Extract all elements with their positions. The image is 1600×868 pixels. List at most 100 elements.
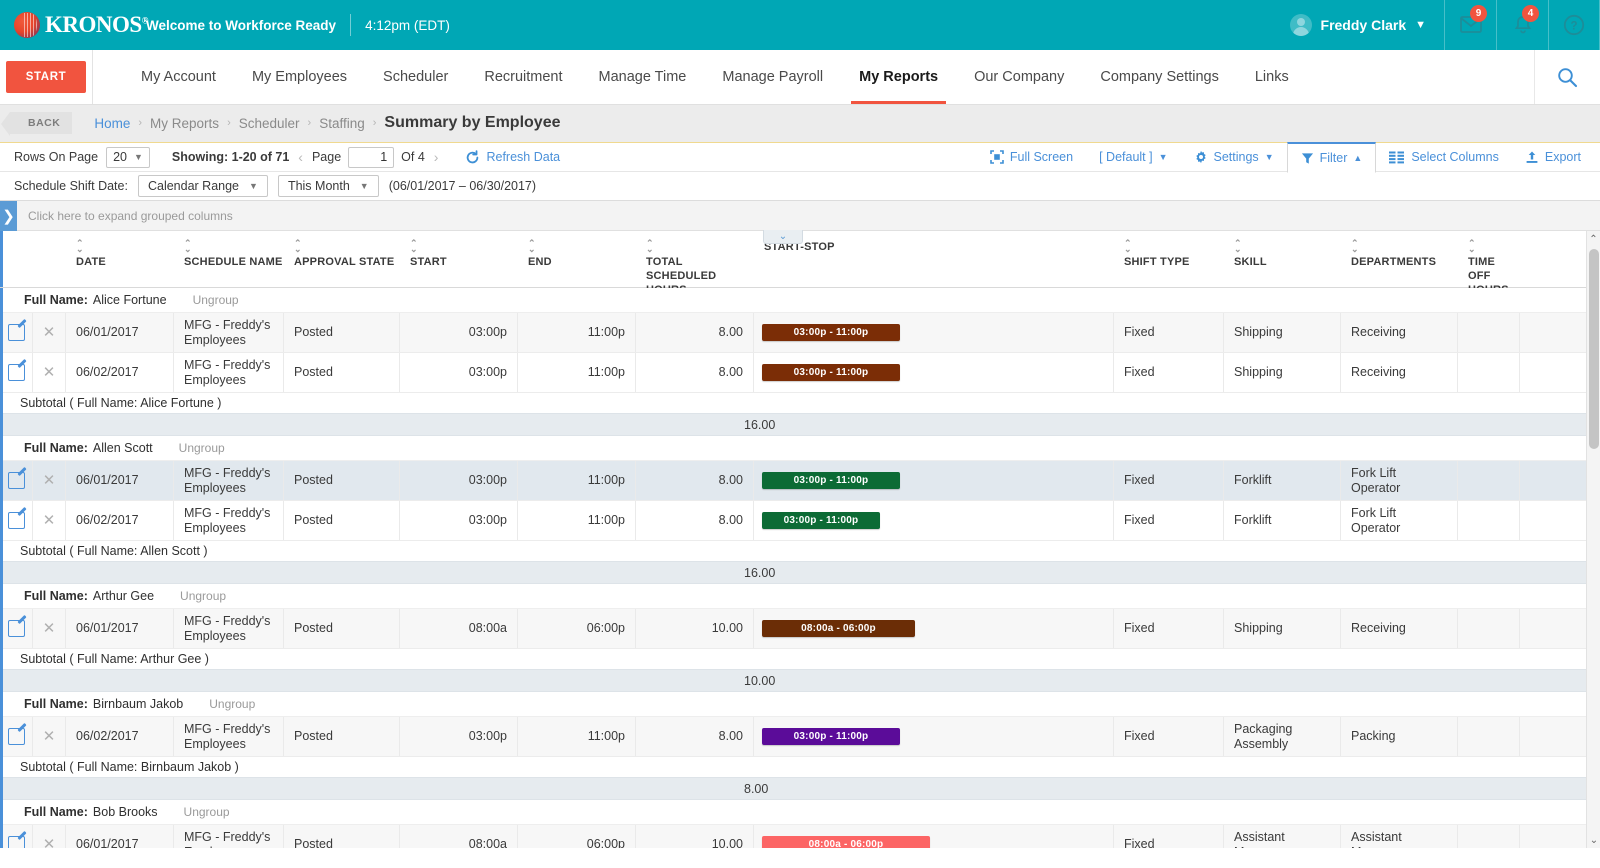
column-header-skill[interactable]: ⌃ ⌄ SKILL: [1224, 231, 1341, 269]
select-columns-button[interactable]: Select Columns: [1376, 142, 1512, 172]
filter-button[interactable]: Filter ▲: [1286, 142, 1377, 173]
settings-button[interactable]: Settings ▼: [1181, 142, 1287, 172]
cell-approval_state: Posted: [294, 513, 333, 527]
breadcrumb-item-staffing[interactable]: Staffing: [319, 116, 365, 131]
delete-icon[interactable]: ✕: [43, 621, 56, 636]
messages-button[interactable]: 9: [1444, 0, 1496, 50]
scroll-down-wrap: ⌄: [1587, 832, 1600, 848]
vertical-scrollbar[interactable]: ⌃ ⌄: [1586, 231, 1600, 848]
nav-item-company-settings[interactable]: Company Settings: [1082, 50, 1236, 104]
user-menu[interactable]: Freddy Clark ▼: [1280, 0, 1444, 50]
shift-bar[interactable]: 08:00a - 06:00p: [762, 620, 915, 637]
nav-item-links[interactable]: Links: [1237, 50, 1307, 104]
column-header-shift_type[interactable]: ⌃ ⌄ SHIFT TYPE: [1114, 231, 1224, 269]
delete-icon[interactable]: ✕: [43, 513, 56, 528]
kronos-logo[interactable]: KRONOS®: [0, 12, 148, 38]
fullscreen-icon: [990, 150, 1004, 164]
column-header-label: DEPARTMENTS: [1351, 256, 1437, 268]
edit-icon[interactable]: [7, 836, 25, 848]
period-value: This Month: [287, 179, 350, 193]
shift-bar[interactable]: 03:00p - 11:00p: [762, 472, 900, 489]
delete-icon[interactable]: ✕: [43, 365, 56, 380]
page-input[interactable]: [348, 146, 395, 168]
export-button[interactable]: Export: [1512, 142, 1594, 172]
next-page-button[interactable]: ›: [425, 149, 448, 165]
help-button[interactable]: ?: [1548, 0, 1600, 50]
edit-icon[interactable]: [7, 728, 25, 745]
table-row[interactable]: ✕ 06/01/2017 MFG - Freddy's Employees Poste…: [0, 461, 1600, 501]
default-view-button[interactable]: [ Default ] ▼: [1086, 142, 1180, 172]
column-header-start[interactable]: ⌃ ⌄ START: [400, 231, 518, 269]
edit-icon[interactable]: [7, 512, 25, 529]
rows-on-page-select[interactable]: 20 ▼: [106, 146, 150, 168]
nav-item-recruitment[interactable]: Recruitment: [466, 50, 580, 104]
cell-date: 06/01/2017: [76, 621, 139, 635]
cell-departments: Receiving: [1351, 325, 1406, 339]
delete-icon[interactable]: ✕: [43, 729, 56, 744]
column-header-departments[interactable]: ⌃ ⌄ DEPARTMENTS: [1341, 231, 1458, 269]
expand-grouped-columns-label[interactable]: Click here to expand grouped columns: [28, 209, 233, 223]
edit-icon[interactable]: [7, 364, 25, 381]
edit-icon[interactable]: [7, 472, 25, 489]
edit-icon[interactable]: [7, 324, 25, 341]
nav-item-our-company[interactable]: Our Company: [956, 50, 1082, 104]
column-header-schedule_name[interactable]: ⌃ ⌄ SCHEDULE NAME: [174, 231, 284, 269]
full-screen-button[interactable]: Full Screen: [977, 142, 1086, 172]
shift-bar[interactable]: 03:00p - 11:00p: [762, 364, 900, 381]
subtotal-row: 16.00: [0, 413, 1600, 436]
nav-item-scheduler[interactable]: Scheduler: [365, 50, 466, 104]
table-row[interactable]: ✕ 06/02/2017 MFG - Freddy's Employees Poste…: [0, 717, 1600, 757]
shift-bar[interactable]: 08:00a - 06:00p: [762, 836, 930, 848]
table-row[interactable]: ✕ 06/01/2017 MFG - Freddy's Employees Poste…: [0, 609, 1600, 649]
cell-start: 03:00p: [468, 325, 507, 339]
notifications-button[interactable]: 4: [1496, 0, 1548, 50]
column-header-end[interactable]: ⌃ ⌄ END: [518, 231, 636, 269]
ungroup-link[interactable]: Ungroup: [180, 589, 226, 603]
scrollbar-thumb[interactable]: [1589, 249, 1599, 449]
refresh-data-button[interactable]: Refresh Data: [465, 149, 560, 165]
back-button[interactable]: BACK: [0, 112, 73, 136]
delete-icon[interactable]: ✕: [43, 473, 56, 488]
nav-item-manage-time[interactable]: Manage Time: [581, 50, 705, 104]
delete-icon[interactable]: ✕: [43, 837, 56, 848]
cell-departments: Assistant Manager: [1351, 829, 1402, 849]
period-select[interactable]: This Month ▼: [277, 175, 379, 197]
ungroup-link[interactable]: Ungroup: [209, 697, 255, 711]
scroll-up-arrow[interactable]: ⌃: [1587, 231, 1600, 247]
sort-indicator-icon: ⌃ ⌄: [528, 238, 536, 254]
table-row[interactable]: ✕ 06/01/2017 MFG - Freddy's Employees Poste…: [0, 825, 1600, 848]
ungroup-link[interactable]: Ungroup: [184, 805, 230, 819]
start-button[interactable]: START: [5, 61, 87, 93]
breadcrumb-item-my-reports[interactable]: My Reports: [150, 116, 219, 131]
column-header-approval_state[interactable]: ⌃ ⌄ APPROVAL STATE: [284, 231, 400, 269]
sort-indicator-icon: ⌃ ⌄: [1468, 238, 1476, 254]
table-row[interactable]: ✕ 06/01/2017 MFG - Freddy's Employees Poste…: [0, 313, 1600, 353]
shift-bar[interactable]: 03:00p - 11:00p: [762, 324, 900, 341]
ungroup-link[interactable]: Ungroup: [193, 293, 239, 307]
group-header-value: Alice Fortune: [92, 293, 167, 307]
cell-schedule_name: MFG - Freddy's Employees: [184, 465, 271, 495]
nav-item-my-reports[interactable]: My Reports: [841, 50, 956, 104]
shift-bar[interactable]: 03:00p - 11:00p: [762, 728, 900, 745]
delete-icon[interactable]: ✕: [43, 325, 56, 340]
table-row[interactable]: ✕ 06/02/2017 MFG - Freddy's Employees Poste…: [0, 501, 1600, 541]
cell-total_scheduled_hours: 8.00: [718, 513, 743, 527]
calendar-range-select[interactable]: Calendar Range ▼: [137, 175, 268, 197]
edit-icon[interactable]: [7, 620, 25, 637]
table-row[interactable]: ✕ 06/02/2017 MFG - Freddy's Employees Poste…: [0, 353, 1600, 393]
scroll-down-arrow[interactable]: ⌄: [1587, 832, 1600, 848]
shift-bar[interactable]: 03:00p - 11:00p: [762, 512, 880, 529]
global-search-button[interactable]: [1534, 50, 1600, 104]
prev-page-button[interactable]: ‹: [289, 149, 312, 165]
nav-item-my-employees[interactable]: My Employees: [234, 50, 365, 104]
cell-shift_type: Fixed: [1124, 837, 1155, 848]
breadcrumb-item-home[interactable]: Home: [94, 116, 130, 131]
column-header-date[interactable]: ⌃ ⌄ DATE: [66, 231, 174, 269]
nav-item-manage-payroll[interactable]: Manage Payroll: [704, 50, 841, 104]
collapse-header-tab[interactable]: ⌄: [763, 230, 803, 244]
grid-body: Full Name: Alice Fortune Ungroup ✕ 06/01/201…: [0, 288, 1600, 848]
nav-item-my-account[interactable]: My Account: [123, 50, 234, 104]
expand-grouped-columns-tab[interactable]: ❯: [0, 200, 17, 231]
breadcrumb-item-scheduler[interactable]: Scheduler: [239, 116, 300, 131]
ungroup-link[interactable]: Ungroup: [179, 441, 225, 455]
